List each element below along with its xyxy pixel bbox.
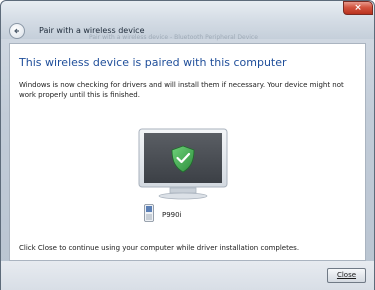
title-bar: Pair with a wireless device Pair with a … xyxy=(1,1,374,41)
phone-icon xyxy=(144,204,154,222)
monitor-icon xyxy=(138,128,228,200)
dialog-window: Pair with a wireless device Pair with a … xyxy=(0,0,375,290)
window-close-button[interactable]: × xyxy=(343,1,373,15)
status-description: Windows is now checking for drivers and … xyxy=(19,81,344,99)
back-arrow-icon xyxy=(14,28,19,34)
back-button[interactable] xyxy=(9,23,25,39)
close-button[interactable]: Close xyxy=(327,268,366,283)
page-title: This wireless device is paired with this… xyxy=(19,56,287,69)
close-icon: × xyxy=(354,3,362,13)
footer-instruction: Click Close to continue using your compu… xyxy=(19,244,300,252)
device-name: P990i xyxy=(162,211,182,219)
content-panel: This wireless device is paired with this… xyxy=(9,43,366,261)
ghost-title-text: Pair with a wireless device - Bluetooth … xyxy=(89,34,258,41)
button-bar xyxy=(1,261,374,290)
